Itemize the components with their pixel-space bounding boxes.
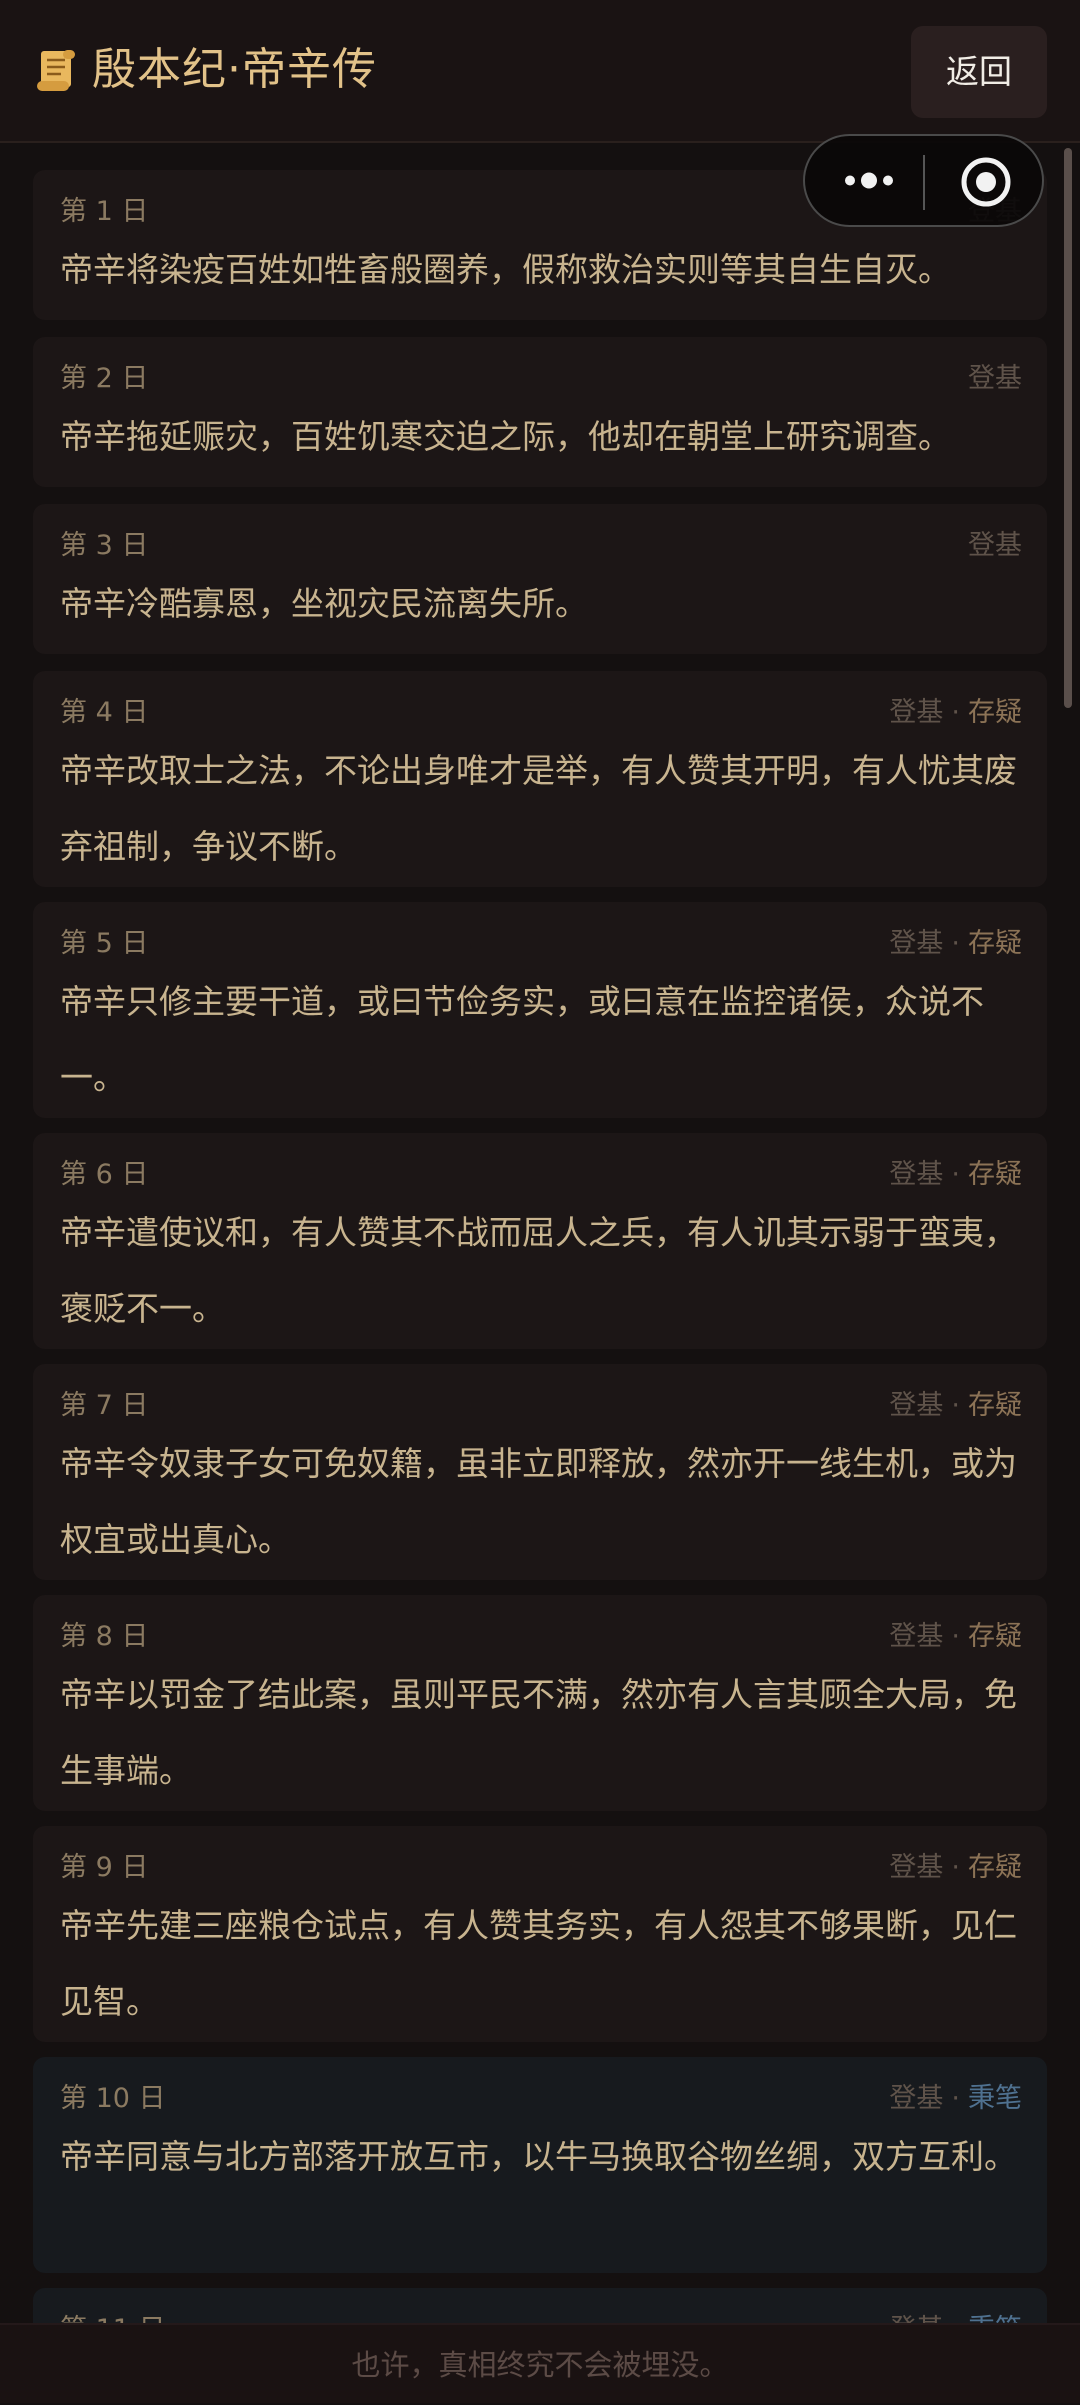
entry-day: 第 10 日 [60,2083,166,2114]
tag-enthroned: 登基 [889,1852,944,1883]
tag-separator: · [951,697,960,728]
tag-separator: · [951,2083,960,2114]
tag-separator: · [951,2314,960,2323]
entry-tags: 登基 [968,361,1022,397]
entry-tags: 登基 · 秉笔 [889,2312,1022,2323]
entry-card[interactable]: 第 5 日 登基 · 存疑 帝辛只修主要干道，或曰节俭务实，或曰意在监控诸侯，众说不… [33,902,1047,1118]
entry-text: 帝辛改取士之法，不论出身唯才是举，有人赞其开明，有人忧其废弃祖制，争议不断。 [60,751,1017,866]
entry-day: 第 11 日 [60,2312,166,2323]
tag-enthroned: 登基 [889,1621,944,1652]
target-icon[interactable] [960,156,1012,208]
header-bar: 殷本纪·帝辛传 返回 [0,0,1080,143]
tag-doubtful: 存疑 [968,1852,1022,1883]
tag-scribe: 秉笔 [968,2083,1022,2114]
page-title: 殷本纪·帝辛传 [92,44,377,95]
entry-day: 第 3 日 [60,530,149,561]
tag-doubtful: 存疑 [968,928,1022,959]
entry-text: 帝辛只修主要干道，或曰节俭务实，或曰意在监控诸侯，众说不一。 [60,982,984,1097]
entry-day: 第 6 日 [60,1159,149,1190]
capsule-divider [923,155,925,210]
entry-card[interactable]: 第 6 日 登基 · 存疑 帝辛遣使议和，有人赞其不战而屈人之兵，有人讥其示弱于蛮夷… [33,1133,1047,1349]
entry-tags: 登基 · 存疑 [889,926,1022,962]
tag-enthroned: 登基 [968,363,1022,394]
entry-day: 第 8 日 [60,1621,149,1652]
tag-doubtful: 存疑 [968,1390,1022,1421]
tag-separator: · [951,1621,960,1652]
more-dots-icon[interactable] [838,136,900,225]
entry-text: 帝辛先建三座粮仓试点，有人赞其务实，有人怨其不够果断，见仁见智。 [60,1906,1017,2021]
entry-text: 帝辛冷酷寡恩，坐视灾民流离失所。 [60,584,588,623]
entry-tags: 登基 · 存疑 [889,1850,1022,1886]
entry-card[interactable]: 第 7 日 登基 · 存疑 帝辛令奴隶子女可免奴籍，虽非立即释放，然亦开一线生机，或… [33,1364,1047,1580]
scrollbar[interactable] [1064,148,1072,708]
entry-text: 帝辛同意与北方部落开放互市，以牛马换取谷物丝绸，双方互利。 [60,2137,1017,2176]
tag-enthroned: 登基 [889,1390,944,1421]
entry-text: 帝辛以罚金了结此案，虽则平民不满，然亦有人言其顾全大局，免生事端。 [60,1675,1017,1790]
tag-separator: · [951,928,960,959]
entry-card[interactable]: 第 11 日 登基 · 秉笔 [33,2288,1047,2323]
entry-tags: 登基 [968,528,1022,564]
entry-card[interactable]: 第 9 日 登基 · 存疑 帝辛先建三座粮仓试点，有人赞其务实，有人怨其不够果断，见… [33,1826,1047,2042]
entry-card[interactable]: 第 4 日 登基 · 存疑 帝辛改取士之法，不论出身唯才是举，有人赞其开明，有人忧其… [33,671,1047,887]
footer-quote: 也许，真相终究不会被埋没。 [0,2323,1080,2403]
entry-text: 帝辛将染疫百姓如牲畜般圈养，假称救治实则等其自生自灭。 [60,250,951,289]
chronicle-list[interactable]: 第 1 日 登基 帝辛将染疫百姓如牲畜般圈养，假称救治实则等其自生自灭。 第 2… [33,143,1047,2323]
entry-day: 第 4 日 [60,697,149,728]
entry-tags: 登基· 秉笔 [889,2081,1022,2117]
back-button[interactable]: 返回 [911,26,1047,118]
entry-card[interactable]: 第 10 日 登基 · 秉笔 帝辛同意与北方部落开放互市，以牛马换取谷物丝绸，双方互… [33,2057,1047,2273]
tag-doubtful: 存疑 [968,1159,1022,1190]
tag-enthroned: 登基 [889,1159,944,1190]
entry-tags: 登基 · 存疑 [889,695,1022,731]
tag-enthroned: 登基 [889,697,944,728]
entry-tags: 登基 · 存疑 [889,1157,1022,1193]
entry-day: 第 5 日 [60,928,149,959]
tag-enthroned: 登基 [889,2314,943,2323]
tag-doubtful: 存疑 [968,1621,1022,1652]
tag-scribe: 秉笔 [968,2314,1022,2323]
entry-tags: 登基 · 存疑 [889,1388,1022,1424]
entry-card[interactable]: 第 3 日 登基 帝辛冷酷寡恩，坐视灾民流离失所。 [33,504,1047,654]
tag-separator: · [951,1852,960,1883]
entry-day: 第 2 日 [60,363,149,394]
tag-enthroned: 登基 [968,530,1022,561]
entry-day: 第 7 日 [60,1390,149,1421]
tag-separator: · [951,1390,960,1421]
entry-text: 帝辛令奴隶子女可免奴籍，虽非立即释放，然亦开一线生机，或为权宜或出真心。 [60,1444,1017,1559]
scroll-icon [37,50,75,91]
tag-doubtful: 存疑 [968,697,1022,728]
tag-enthroned: 登基 [889,928,944,959]
entry-card[interactable]: 第 8 日 登基 · 存疑 帝辛以罚金了结此案，虽则平民不满，然亦有人言其顾全大局，… [33,1595,1047,1811]
entry-card[interactable]: 第 2 日 登基 帝辛拖延赈灾，百姓饥寒交迫之际，他却在朝堂上研究调查。 [33,337,1047,487]
tag-separator: · [951,1159,960,1190]
entry-day: 第 9 日 [60,1852,149,1883]
entry-text: 帝辛遣使议和，有人赞其不战而屈人之兵，有人讥其示弱于蛮夷，褒贬不一。 [60,1213,1017,1328]
tag-enthroned: 登基 [889,2083,944,2114]
entry-text: 帝辛拖延赈灾，百姓饥寒交迫之际，他却在朝堂上研究调查。 [60,417,951,456]
entry-tags: 登基 · 存疑 [889,1619,1022,1655]
mini-program-capsule [803,134,1044,227]
entry-day: 第 1 日 [60,196,149,227]
